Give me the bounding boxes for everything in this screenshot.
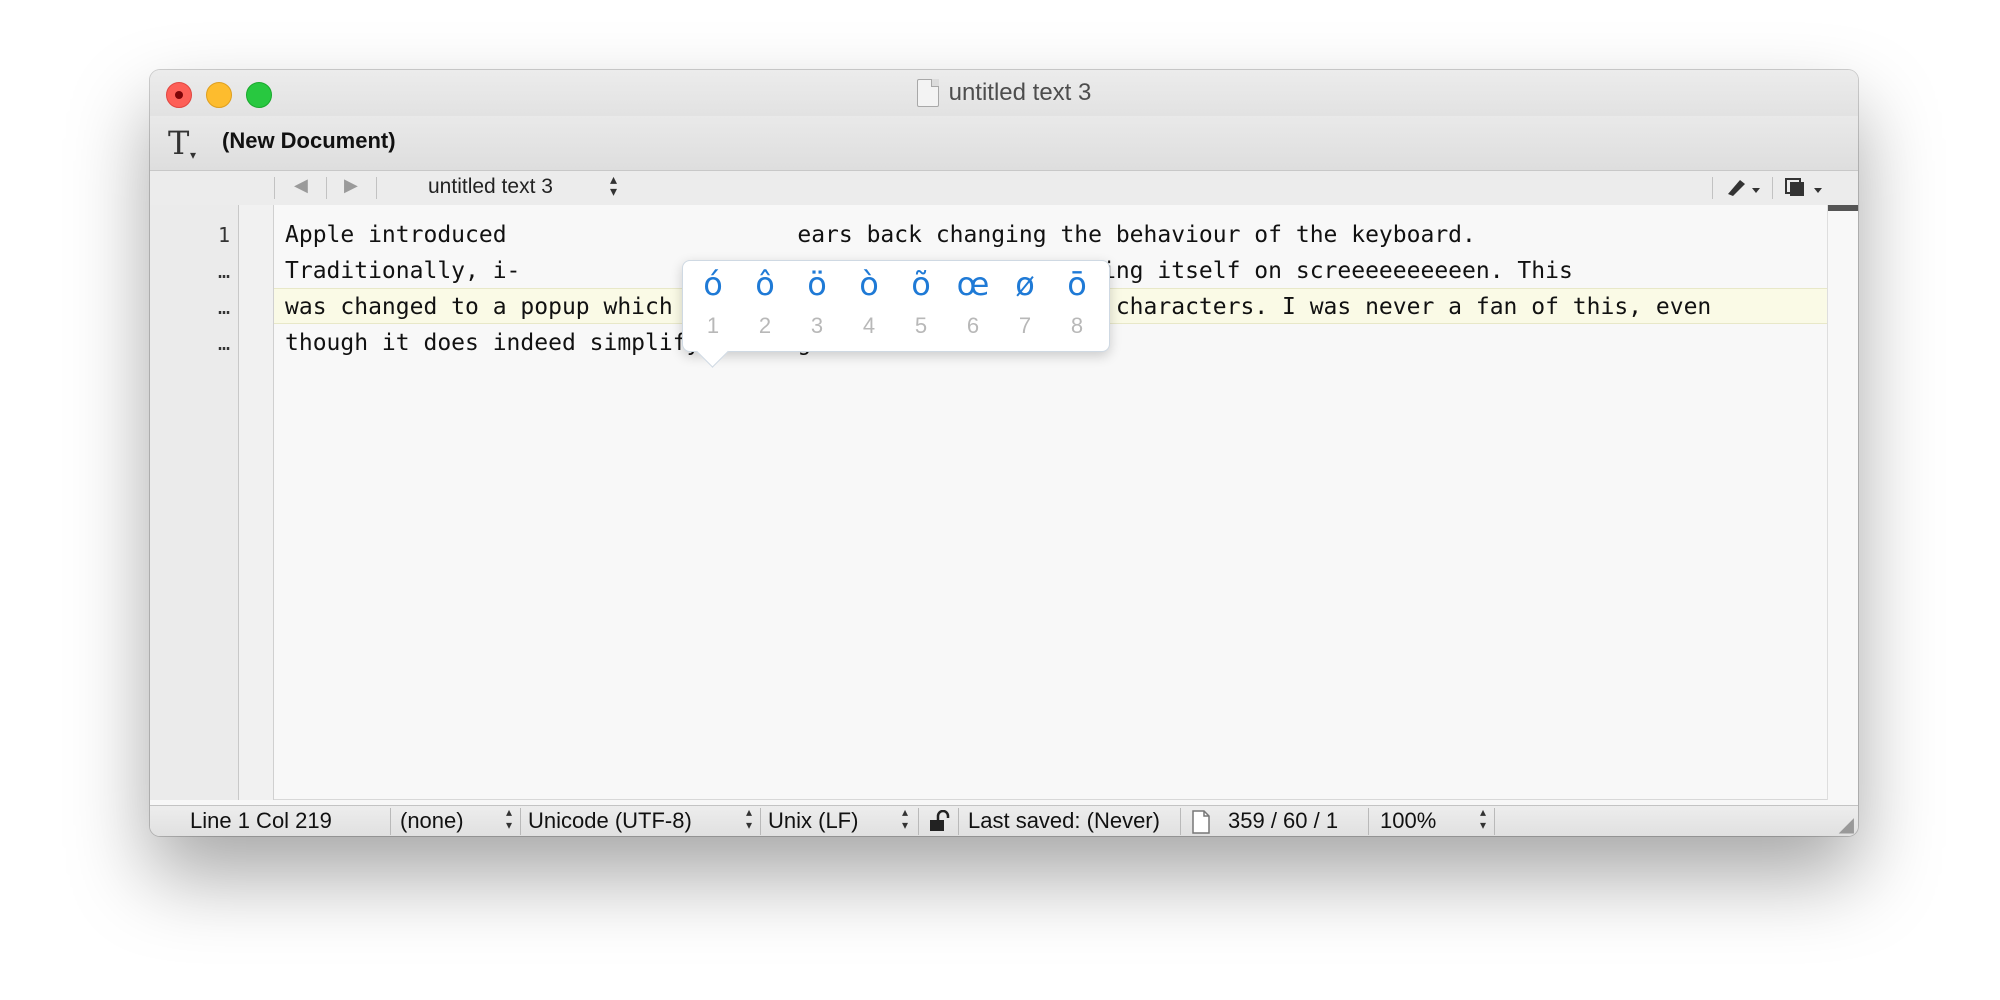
updown-arrows-icon: ▴ ▾ xyxy=(746,805,753,832)
back-arrow-icon[interactable]: ◀ xyxy=(294,175,308,196)
copy-icon[interactable] xyxy=(1782,174,1826,206)
resize-grip-icon[interactable]: ◢ xyxy=(1839,812,1854,836)
divider xyxy=(1494,808,1495,835)
divider xyxy=(1180,808,1181,835)
title-bar[interactable]: untitled text 3 xyxy=(150,70,1858,117)
divider xyxy=(1772,177,1773,199)
line-number: … xyxy=(217,259,230,283)
accent-option-number: 4 xyxy=(862,313,876,338)
divider xyxy=(760,808,761,835)
accent-option[interactable]: ò xyxy=(843,265,895,303)
accent-option-number: 2 xyxy=(758,313,772,338)
encoding-select[interactable]: Unicode (UTF-8) xyxy=(528,808,692,834)
updown-arrows-icon: ▴ ▾ xyxy=(610,171,618,199)
line-endings-select[interactable]: Unix (LF) xyxy=(768,808,858,834)
document-icon xyxy=(916,79,939,107)
accent-option[interactable]: ö xyxy=(791,265,843,303)
last-saved-status: Last saved: (Never) xyxy=(968,808,1160,833)
cursor-position[interactable]: Line 1 Col 219 xyxy=(190,808,332,834)
line-number: 1 xyxy=(217,223,230,247)
status-bar: Line 1 Col 219 (none) ▴ ▾ Unicode (UTF-8)… xyxy=(150,805,1858,836)
editor-window: untitled text 3 T ▾ (New Document) ◀ ▶ un… xyxy=(150,70,1858,836)
accent-option-number: 7 xyxy=(1018,313,1032,338)
syntax-mode-select[interactable]: (none) xyxy=(400,808,464,834)
accent-option[interactable]: ô xyxy=(739,265,791,303)
text-line: Apple introduced ears back changing the … xyxy=(285,222,1476,248)
pen-icon[interactable] xyxy=(1724,174,1764,206)
divider xyxy=(520,808,521,835)
window-title-text: untitled text 3 xyxy=(948,79,1092,106)
accent-option[interactable]: ø xyxy=(999,265,1051,303)
updown-arrows-icon: ▴ ▾ xyxy=(506,805,513,832)
navigation-bar: ◀ ▶ untitled text 3 ▴ ▾ xyxy=(150,171,1858,206)
accent-option-number: 6 xyxy=(966,313,980,338)
text-options-glyph: T xyxy=(168,124,190,162)
divider xyxy=(390,808,391,835)
document-stats-icon xyxy=(1192,810,1210,836)
toolbar: T ▾ (New Document) xyxy=(150,116,1858,171)
line-number: … xyxy=(217,331,230,355)
accent-option[interactable]: œ xyxy=(947,265,999,303)
file-menu[interactable]: untitled text 3 xyxy=(428,175,553,199)
document-label: (New Document) xyxy=(222,128,396,153)
accent-option[interactable]: ō xyxy=(1051,265,1103,303)
divider xyxy=(274,177,275,199)
divider xyxy=(326,177,327,199)
accent-option-number: 3 xyxy=(810,313,824,338)
window-title: untitled text 3 xyxy=(150,70,1858,116)
accent-option-number: 8 xyxy=(1070,313,1084,338)
divider xyxy=(1368,808,1369,835)
updown-arrows-icon: ▴ ▾ xyxy=(902,805,909,832)
accent-character-popup: ó ô ö ò õ œ ø ō 1 2 3 4 5 6 7 8 xyxy=(682,260,1110,352)
document-counts[interactable]: 359 / 60 / 1 xyxy=(1228,808,1338,834)
caret-down-icon: ▾ xyxy=(190,148,197,162)
accent-option-number: 5 xyxy=(914,313,928,338)
line-number-gutter: 1 … … … xyxy=(150,205,239,800)
vertical-scrollbar[interactable] xyxy=(1827,205,1858,800)
accent-option[interactable]: ó xyxy=(687,265,739,303)
line-number: … xyxy=(217,295,230,319)
lock-icon[interactable] xyxy=(928,809,950,836)
updown-arrows-icon: ▴ ▾ xyxy=(1480,805,1487,832)
forward-arrow-icon[interactable]: ▶ xyxy=(344,175,358,196)
divider xyxy=(918,808,919,835)
divider xyxy=(274,799,1858,800)
divider xyxy=(1712,177,1713,199)
divider xyxy=(958,808,959,835)
fold-column xyxy=(239,205,274,800)
zoom-select[interactable]: 100% xyxy=(1380,808,1436,834)
divider xyxy=(376,177,377,199)
accent-option[interactable]: õ xyxy=(895,265,947,303)
text-options-icon[interactable]: T ▾ xyxy=(168,124,196,162)
accent-option-number: 1 xyxy=(706,313,720,338)
